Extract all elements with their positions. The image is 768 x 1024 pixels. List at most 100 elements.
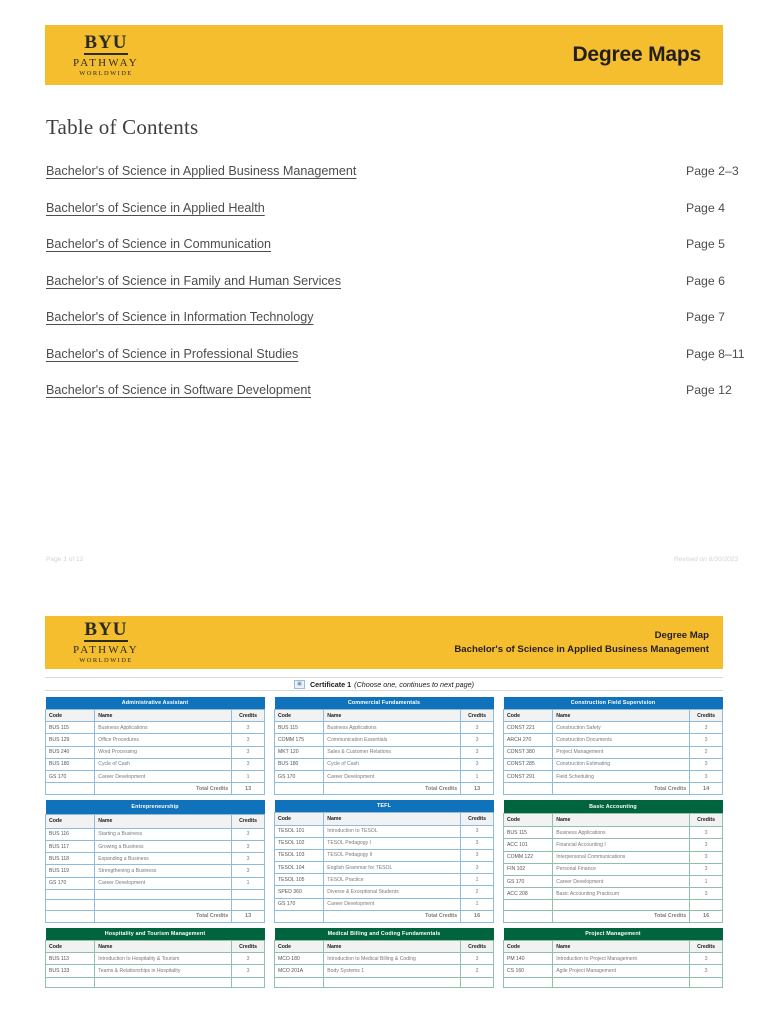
table-row: BUS 180 Cycle of Cash 3 bbox=[273, 757, 494, 771]
course-code: CONST 285 bbox=[502, 757, 554, 771]
course-name: Business Applications bbox=[94, 721, 233, 735]
toc-entry[interactable]: Bachelor's of Science in Applied Busines… bbox=[46, 164, 739, 201]
column-header-credits: Credits bbox=[689, 813, 723, 828]
course-name: Word Processing bbox=[94, 745, 233, 759]
column-header-name: Name bbox=[552, 708, 691, 723]
logo-byu-text: BYU bbox=[84, 31, 128, 55]
certificate-table: Project Management Code Name Credits PM 140 I… bbox=[502, 928, 723, 989]
total-credits-value: 13 bbox=[460, 782, 494, 796]
column-header-code: Code bbox=[273, 812, 325, 826]
course-name: Field Scheduling bbox=[552, 769, 691, 784]
toc-entry[interactable]: Bachelor's of Science in Family and Huma… bbox=[46, 274, 725, 311]
column-header-credits: Credits bbox=[231, 814, 265, 829]
course-credits: 2 bbox=[689, 745, 723, 759]
course-credits: 1 bbox=[460, 769, 494, 784]
course-name: Financial Accounting I bbox=[552, 838, 691, 852]
toc-link[interactable]: Bachelor's of Science in Family and Huma… bbox=[46, 274, 341, 288]
course-name: Business Applications bbox=[552, 826, 691, 840]
course-code: BUS 119 bbox=[44, 864, 96, 878]
toc-link[interactable]: Bachelor's of Science in Applied Health bbox=[46, 201, 265, 215]
certificate-bar: ▣ Certificate 1 (Choose one, continues t… bbox=[45, 677, 723, 691]
column-header-name: Name bbox=[552, 939, 691, 954]
course-code: CONST 380 bbox=[502, 745, 554, 759]
table-title: Project Management bbox=[503, 928, 723, 941]
toc-entry[interactable]: Bachelor's of Science in Software Develo… bbox=[46, 383, 732, 420]
course-name: English Grammar for TESOL bbox=[323, 861, 462, 875]
page1-footer: Page 1 of 12 Revised on 6/30/2023 bbox=[46, 556, 738, 563]
course-credits bbox=[231, 976, 265, 989]
course-code: BUS 129 bbox=[44, 733, 96, 747]
table-row: BUS 115 Business Applications 3 bbox=[273, 721, 494, 735]
toc-link[interactable]: Bachelor's of Science in Communication bbox=[46, 237, 271, 251]
certificate-tables-grid: Administrative Assistant Code Name Credits B… bbox=[44, 697, 723, 989]
course-code: TESOL 102 bbox=[273, 836, 325, 850]
course-credits: 3 bbox=[460, 861, 494, 875]
toc-link[interactable]: Bachelor's of Science in Professional St… bbox=[46, 347, 298, 361]
total-credits-label: Total Credits bbox=[552, 909, 691, 924]
course-code: BUS 115 bbox=[502, 826, 554, 840]
course-credits: 3 bbox=[231, 864, 265, 878]
course-credits: 3 bbox=[460, 721, 494, 735]
course-name bbox=[323, 976, 462, 989]
toc-entry[interactable]: Bachelor's of Science in Applied Health … bbox=[46, 201, 725, 238]
table-total-row: Total Credits 13 bbox=[44, 782, 265, 796]
byu-pathway-logo: BYU PATHWAY WORLDWIDE bbox=[73, 33, 139, 78]
column-header-code: Code bbox=[44, 939, 96, 954]
course-name: Communication Essentials bbox=[323, 733, 462, 747]
toc-link[interactable]: Bachelor's of Science in Information Tec… bbox=[46, 310, 314, 324]
table-row: BUS 240 Word Processing 3 bbox=[44, 745, 265, 759]
total-credits-value: 16 bbox=[460, 909, 494, 924]
course-credits: 3 bbox=[689, 721, 723, 735]
course-name: Sales & Customer Relations bbox=[323, 745, 462, 759]
column-header-name: Name bbox=[94, 939, 233, 954]
course-credits: 1 bbox=[460, 897, 494, 911]
course-name: Expanding a Business bbox=[94, 852, 233, 866]
course-credits: 2 bbox=[460, 885, 494, 899]
toc-link[interactable]: Bachelor's of Science in Software Develo… bbox=[46, 383, 311, 397]
course-name: Project Management bbox=[552, 745, 691, 759]
table-title: Entrepreneurship bbox=[45, 800, 265, 815]
course-credits: 3 bbox=[460, 836, 494, 850]
column-header-credits: Credits bbox=[689, 939, 723, 954]
certificate-table: Medical Billing and Coding Fundamentals C… bbox=[273, 928, 494, 989]
course-code bbox=[44, 888, 96, 901]
page2-header-band: BYU PATHWAY WORLDWIDE Degree Map Bachelo… bbox=[45, 616, 723, 669]
toc-page-number: Page 5 bbox=[686, 237, 725, 251]
column-header-name: Name bbox=[94, 814, 233, 829]
table-title: Basic Accounting bbox=[503, 800, 723, 814]
toc-entry[interactable]: Bachelor's of Science in Professional St… bbox=[46, 347, 745, 384]
degree-map-heading: Degree Map Bachelor's of Science in Appl… bbox=[454, 629, 709, 657]
table-title: Commercial Fundamentals bbox=[274, 697, 494, 710]
course-credits: 3 bbox=[231, 964, 265, 978]
logo-pathway-text: PATHWAY bbox=[73, 644, 139, 657]
course-code: BUS 115 bbox=[273, 721, 325, 735]
logo-worldwide-text: WORLDWIDE bbox=[79, 657, 133, 665]
table-row: BUS 115 Business Applications 3 bbox=[44, 721, 265, 735]
course-credits: 3 bbox=[231, 733, 265, 747]
course-credits: 3 bbox=[689, 952, 723, 966]
table-row: GS 170 Career Development 1 bbox=[273, 769, 494, 784]
course-code: TESOL 101 bbox=[273, 824, 325, 838]
course-code: BUS 115 bbox=[44, 721, 96, 735]
course-code: GS 170 bbox=[44, 769, 96, 784]
toc-entry[interactable]: Bachelor's of Science in Communication P… bbox=[46, 237, 725, 274]
table-row: FIN 102 Personal Finance 3 bbox=[502, 862, 723, 876]
certificate-table: Construction Field Supervision Code Name Cr… bbox=[502, 697, 723, 796]
table-row: ARCH 270 Construction Documents 3 bbox=[502, 733, 723, 747]
toc-page-number: Page 8–11 bbox=[686, 346, 745, 361]
course-credits: 3 bbox=[231, 952, 265, 966]
certificate-table: Administrative Assistant Code Name Credits B… bbox=[44, 697, 265, 796]
course-name: Introduction to TESOL bbox=[323, 824, 462, 838]
course-name: Personal Finance bbox=[552, 862, 691, 876]
table-row bbox=[44, 888, 265, 901]
toc-entry[interactable]: Bachelor's of Science in Information Tec… bbox=[46, 310, 725, 347]
course-name: Introduction to Hospitality & Tourism bbox=[94, 952, 233, 966]
toc-link[interactable]: Bachelor's of Science in Applied Busines… bbox=[46, 164, 356, 178]
column-header-credits: Credits bbox=[231, 939, 265, 954]
table-row: CONST 291 Field Scheduling 3 bbox=[502, 769, 723, 784]
table-row: TESOL 104 English Grammar for TESOL 3 bbox=[273, 861, 494, 875]
table-row bbox=[502, 976, 723, 989]
table-row: BUS 133 Teams & Relationships in Hospital… bbox=[44, 964, 265, 978]
course-name: Cycle of Cash bbox=[94, 757, 233, 771]
table-row: BUS 129 Office Procedures 3 bbox=[44, 733, 265, 747]
